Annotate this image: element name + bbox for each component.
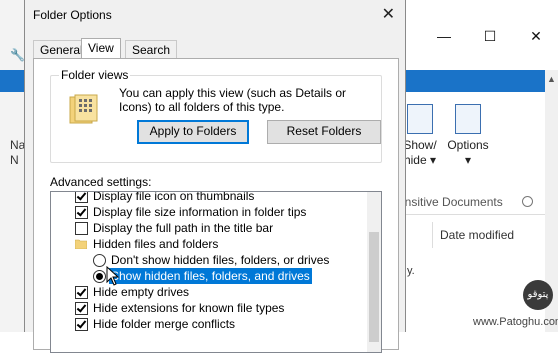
setting-label: Hide folder merge conflicts bbox=[93, 317, 236, 331]
setting-label: Don't show hidden files, folders, or dri… bbox=[111, 253, 330, 267]
folder-views-group: Folder views You can apply this view (su… bbox=[50, 68, 382, 163]
search-icon[interactable] bbox=[522, 196, 533, 207]
mouse-cursor-icon bbox=[106, 266, 120, 286]
folder-view-icon bbox=[69, 94, 98, 124]
checkbox[interactable] bbox=[75, 318, 88, 331]
setting-dont-show-hidden[interactable]: Don't show hidden files, folders, or dri… bbox=[51, 252, 363, 268]
column-separator[interactable] bbox=[432, 222, 433, 248]
reset-folders-button[interactable]: Reset Folders bbox=[267, 120, 381, 144]
setting-hidden-files-folders-group: Hidden files and folders bbox=[51, 236, 363, 252]
apply-to-folders-button[interactable]: Apply to Folders bbox=[137, 120, 249, 144]
advanced-settings-list[interactable]: Display file icon on thumbnails Display … bbox=[50, 191, 382, 353]
close-icon[interactable]: ✕ bbox=[526, 28, 546, 45]
view-tab-page: Folder views You can apply this view (su… bbox=[33, 58, 399, 353]
explorer-titlebar: — ☐ ✕ bbox=[404, 0, 558, 70]
options-label: Options bbox=[447, 138, 489, 152]
setting-label: Hidden files and folders bbox=[93, 237, 219, 251]
tab-view[interactable]: View bbox=[81, 38, 121, 60]
explorer-file-tab-strip[interactable] bbox=[0, 70, 24, 92]
tab-search[interactable]: Search bbox=[125, 40, 178, 59]
minimize-icon[interactable]: — bbox=[434, 28, 454, 44]
folder-views-description: You can apply this view (such as Details… bbox=[119, 86, 347, 114]
advanced-settings-label: Advanced settings: bbox=[50, 175, 152, 189]
setting-display-full-path[interactable]: Display the full path in the title bar bbox=[51, 220, 363, 236]
watermark-logo: پتوقو bbox=[523, 280, 553, 310]
setting-label: Show hidden files, folders, and drives bbox=[109, 268, 312, 284]
explorer-ribbon-tabs bbox=[404, 70, 558, 92]
setting-display-file-icon-on-thumbnails[interactable]: Display file icon on thumbnails bbox=[51, 191, 363, 204]
checkbox[interactable] bbox=[75, 222, 88, 235]
watermark-text: www.Patoghu.com bbox=[473, 316, 558, 328]
setting-hide-extensions[interactable]: Hide extensions for known file types bbox=[51, 300, 363, 316]
column-header-date-modified[interactable]: Date modified bbox=[440, 228, 514, 242]
setting-show-hidden[interactable]: Show hidden files, folders, and drives bbox=[51, 268, 363, 284]
options-button[interactable]: Options ▾ bbox=[444, 104, 492, 168]
setting-label: Hide extensions for known file types bbox=[93, 301, 285, 315]
dialog-title: Folder Options bbox=[33, 8, 112, 22]
show-hide-icon bbox=[407, 104, 433, 134]
setting-display-file-size-info[interactable]: Display file size information in folder … bbox=[51, 204, 363, 220]
setting-label: Display file size information in folder … bbox=[93, 205, 307, 219]
explorer-text-fragment: y. bbox=[407, 265, 415, 277]
explorer-left-label-2: N bbox=[10, 153, 19, 167]
scrollbar-thumb[interactable] bbox=[369, 232, 379, 342]
setting-label: Hide empty drives bbox=[93, 285, 190, 299]
maximize-icon[interactable]: ☐ bbox=[480, 28, 500, 45]
show-hide-label-1: Show/ bbox=[403, 138, 437, 152]
checkbox[interactable] bbox=[75, 286, 88, 299]
setting-label: Display the full path in the title bar bbox=[93, 221, 274, 235]
folder-icon bbox=[75, 239, 87, 249]
scroll-up-icon[interactable]: ▲ bbox=[547, 74, 556, 84]
show-hide-label-2: hide ▾ bbox=[403, 153, 437, 167]
options-caret: ▾ bbox=[464, 153, 472, 167]
show-hide-button[interactable]: Show/ hide ▾ bbox=[400, 104, 440, 168]
checkbox[interactable] bbox=[75, 192, 88, 203]
checkbox[interactable] bbox=[75, 302, 88, 315]
dialog-close-icon[interactable]: ✕ bbox=[382, 4, 395, 24]
setting-hide-folder-merge-conflicts[interactable]: Hide folder merge conflicts bbox=[51, 316, 363, 332]
folder-options-dialog: Folder Options ✕ General Search View Fol… bbox=[24, 0, 406, 353]
radio-button[interactable] bbox=[93, 254, 106, 267]
folder-views-legend: Folder views bbox=[59, 68, 131, 82]
setting-label: Display file icon on thumbnails bbox=[93, 191, 255, 203]
options-icon bbox=[455, 104, 481, 134]
setting-hide-empty-drives[interactable]: Hide empty drives bbox=[51, 284, 363, 300]
checkbox[interactable] bbox=[75, 206, 88, 219]
wrench-icon[interactable]: 🔧 bbox=[10, 48, 25, 62]
radio-button[interactable] bbox=[93, 270, 106, 283]
advanced-settings-scrollbar[interactable] bbox=[367, 192, 381, 352]
